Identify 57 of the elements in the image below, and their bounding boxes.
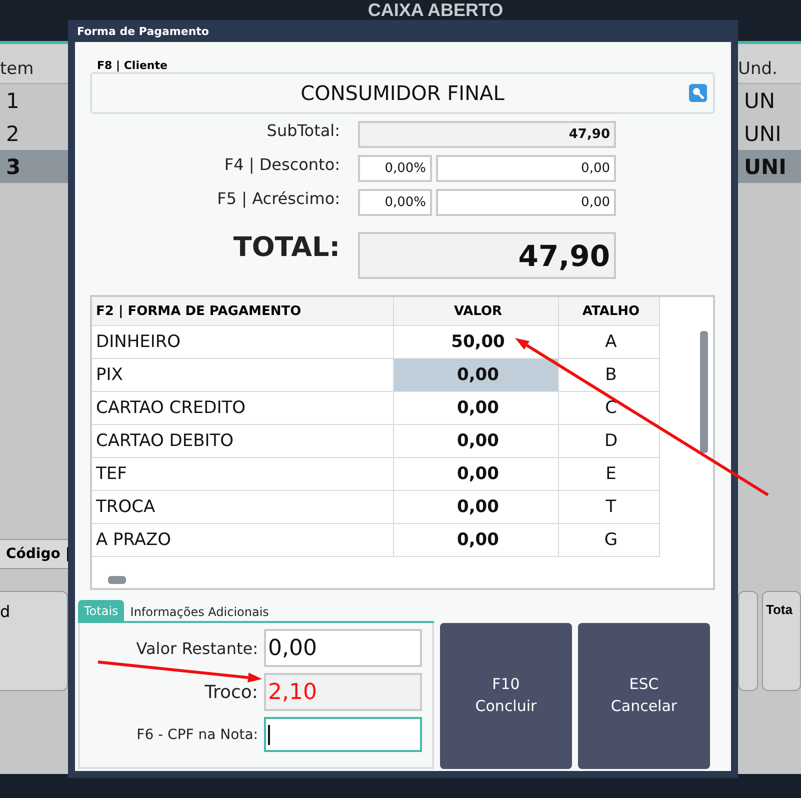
column-header: Und. (738, 44, 801, 84)
payment-value-cell[interactable]: 0,00 (394, 425, 559, 458)
payment-method-cell[interactable]: TEF (92, 458, 394, 491)
discount-value-field[interactable]: 0,00 (436, 155, 616, 182)
payment-value-cell[interactable]: 50,00 (394, 326, 559, 359)
change-field: 2,10 (264, 673, 422, 711)
table-cell: 3 (0, 150, 68, 183)
table-cell: UNI (738, 150, 801, 183)
shortcut-cell: D (559, 425, 660, 458)
payment-value-cell[interactable]: 0,00 (394, 359, 559, 392)
payment-value-cell[interactable]: 0,00 (394, 458, 559, 491)
shortcut-cell: T (559, 491, 660, 524)
cancel-button[interactable]: ESC Cancelar (578, 623, 710, 769)
discount-percent-field[interactable]: 0,00% (358, 155, 432, 182)
cpf-label: F6 - CPF na Nota: (136, 726, 258, 742)
shortcut-cell: E (559, 458, 660, 491)
search-button[interactable] (689, 84, 707, 102)
panel-label: d (0, 591, 68, 691)
payment-method-cell[interactable]: CARTAO DEBITO (92, 425, 394, 458)
payment-method-cell[interactable]: PIX (92, 359, 394, 392)
panel-label: Tota (762, 591, 801, 691)
payment-value-cell[interactable]: 0,00 (394, 491, 559, 524)
client-field[interactable]: CONSUMIDOR FINAL (90, 72, 715, 114)
shortcut-cell: G (559, 524, 660, 557)
shortcut-cell: A (559, 326, 660, 359)
payment-method-cell[interactable]: TROCA (92, 491, 394, 524)
shortcut-cell: B (559, 359, 660, 392)
subtotal-label: SubTotal: (266, 121, 340, 142)
remaining-label: Valor Restante: (135, 638, 258, 658)
total-label: TOTAL: (232, 232, 340, 265)
payment-method-cell[interactable]: DINHEIRO (92, 326, 394, 359)
change-label: Troco: (204, 682, 258, 702)
remaining-field: 0,00 (264, 629, 422, 667)
surcharge-percent-field[interactable]: 0,00% (358, 189, 432, 216)
screen-title: CAIXA ABERTO (368, 0, 504, 20)
tab[interactable]: Informações Adicionais (124, 603, 275, 621)
column-header: F2 | FORMA DE PAGAMENTO (92, 297, 394, 326)
subtotal-field: 47,90 (358, 121, 616, 148)
client-value: CONSUMIDOR FINAL (300, 81, 504, 105)
shortcut-cell: C (559, 392, 660, 425)
horizontal-scrollbar-thumb[interactable] (108, 576, 126, 584)
conclude-button[interactable]: F10 Concluir (440, 623, 572, 769)
column-header: tem (0, 44, 68, 84)
search-icon (691, 86, 705, 100)
column-header: ATALHO (559, 297, 660, 326)
client-legend: F8 | Cliente (96, 59, 168, 72)
payment-value-cell[interactable]: 0,00 (394, 524, 559, 557)
payment-method-cell[interactable]: A PRAZO (92, 524, 394, 557)
discount-label: F4 | Desconto: (223, 155, 340, 176)
column-header: VALOR (394, 297, 559, 326)
payment-method-cell[interactable]: CARTAO CREDITO (92, 392, 394, 425)
cpf-input-field[interactable] (264, 717, 422, 752)
total-field: 47,90 (358, 232, 616, 279)
surcharge-label: F5 | Acréscimo: (216, 189, 340, 210)
dialog-title: Forma de Pagamento (76, 24, 210, 40)
payment-value-cell[interactable]: 0,00 (394, 392, 559, 425)
surcharge-value-field[interactable]: 0,00 (436, 189, 616, 216)
